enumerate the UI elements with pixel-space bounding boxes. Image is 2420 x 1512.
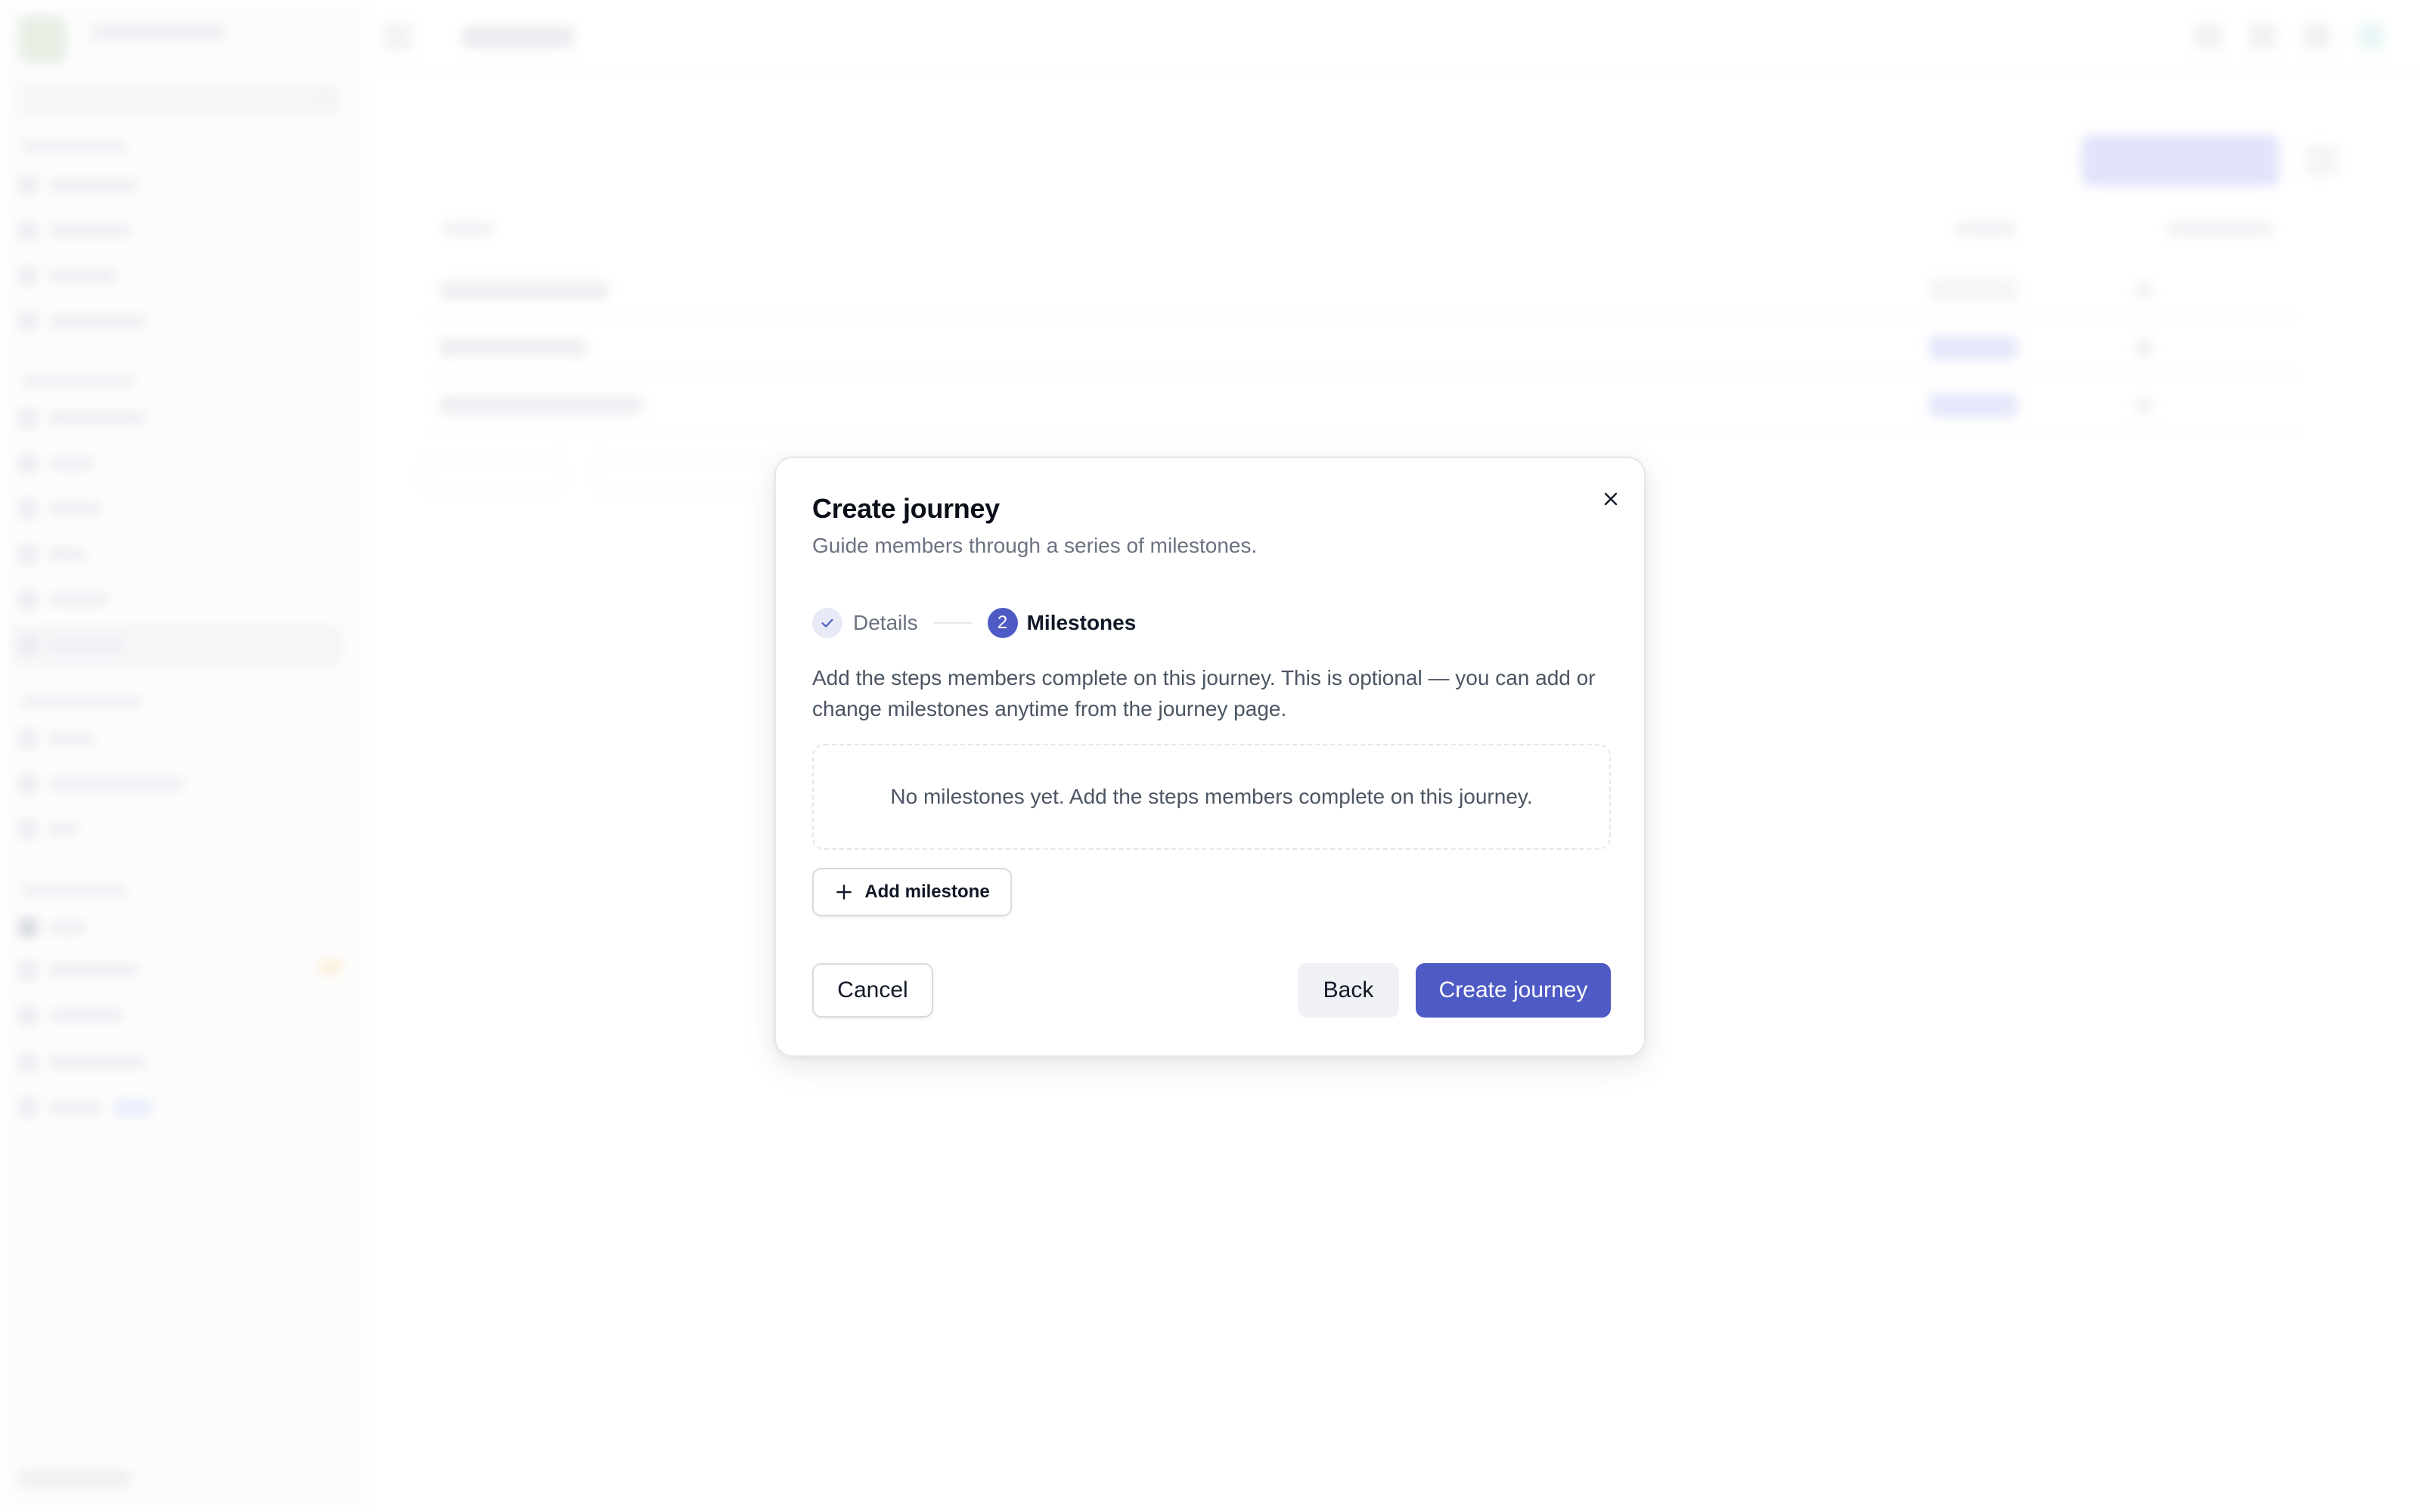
toolbar-icon [2249,23,2276,50]
sidebar-item [18,635,124,655]
table-row [424,262,2299,318]
step-details-label: Details [853,611,918,634]
sidebar-item [18,820,79,839]
pagination [596,457,793,493]
sidebar-section-label [21,375,135,387]
step-milestones-label: Milestones [1026,611,1137,634]
sidebar [0,0,363,1512]
table-header [1956,222,2016,236]
sidebar-item [18,544,86,564]
sidebar-item [18,960,139,980]
milestones-empty-state: No milestones yet. Add the steps members… [812,744,1611,850]
table-row [424,319,2299,375]
sidebar-section-label [21,696,142,708]
sidebar-item [18,729,94,748]
add-milestone-button[interactable]: Add milestone [812,868,1012,916]
top-bar [363,0,2420,73]
table-header [2167,222,2273,236]
sidebar-item [18,1098,101,1117]
more-icon [2305,144,2338,177]
sidebar-search [15,82,310,118]
sidebar-item [18,221,132,240]
sidebar-badge [113,1099,153,1116]
sidebar-item [18,774,185,794]
check-icon [821,618,833,627]
sidebar-item [18,918,86,937]
sidebar-item [18,454,94,473]
toolbar-icon [2304,23,2331,50]
sidebar-item [18,311,147,331]
sidebar-item [18,175,139,195]
step-completed-indicator [812,608,842,638]
create-journey-dialog: Create journey Guide members through a s… [774,457,1646,1057]
page-title [461,26,575,48]
sidebar-item [18,408,147,428]
step-current-indicator: 2 [987,608,1018,638]
dialog-title: Create journey [812,493,1000,524]
sidebar-badge [318,959,343,975]
cancel-button[interactable]: Cancel [812,963,933,1018]
pagination [422,457,563,493]
primary-action-button [2081,135,2279,186]
plus-icon [836,885,852,900]
toolbar-icon [2195,23,2222,50]
add-milestone-label: Add milestone [864,881,990,902]
sidebar-item [18,590,109,609]
sidebar-item [18,1005,124,1025]
create-journey-button[interactable]: Create journey [1416,963,1611,1018]
workspace-name [91,23,227,42]
stepper: Details 2 Milestones [812,606,1136,640]
step-connector [932,622,973,624]
sidebar-toggle [310,85,340,115]
milestones-description: Add the steps members complete on this j… [812,666,1596,720]
sidebar-section-label [21,885,127,897]
sidebar-section-label [21,141,127,153]
empty-state-text: No milestones yet. Add the steps members… [890,785,1533,808]
sidebar-item [18,499,101,519]
sidebar-footer [18,1470,132,1488]
sidebar-item [18,266,116,286]
back-icon [383,21,413,51]
dialog-subtitle: Guide members through a series of milest… [812,534,1258,557]
close-button[interactable] [1593,481,1629,517]
close-icon [1604,492,1618,506]
toolbar-icon [2356,23,2384,50]
back-button[interactable]: Back [1298,963,1399,1018]
table-row [424,376,2299,432]
workspace-logo [18,15,67,64]
sidebar-item [18,1052,147,1072]
table-header [442,222,495,236]
